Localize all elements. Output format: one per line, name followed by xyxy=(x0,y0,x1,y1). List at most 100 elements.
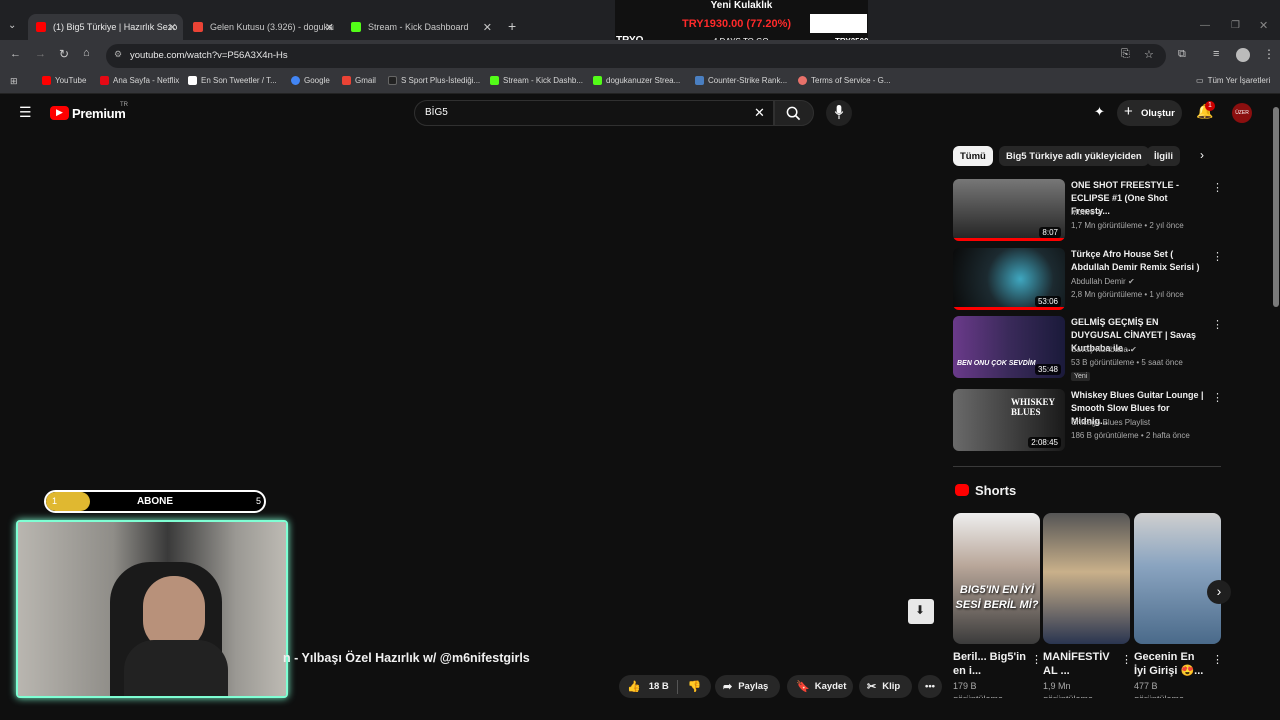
logo-text[interactable]: Premium xyxy=(72,106,126,121)
download-overlay-icon[interactable]: ⬇ xyxy=(908,599,934,624)
like-icon[interactable]: 👍 xyxy=(627,680,641,693)
shorts-logo-icon xyxy=(955,484,969,496)
thumbnail-caption: BEN ONU ÇOK SEVDİM xyxy=(957,360,1036,367)
like-count[interactable]: 18 B xyxy=(649,681,669,692)
install-app-icon[interactable]: ⎘ xyxy=(1121,48,1130,61)
video-thumbnail: WHISKEY BLUES 2:08:45 xyxy=(953,389,1065,451)
short-card[interactable]: BIG5'IN EN İYİ SESİ BERİL Mİ? Beril... B… xyxy=(953,513,1042,698)
tab-kick[interactable]: Stream - Kick Dashboard ✕ xyxy=(343,14,498,40)
streamer-shirt xyxy=(124,640,228,696)
reload-icon[interactable]: ↻ xyxy=(59,47,69,61)
short-title: Gecenin En İyi Girişi 😍... xyxy=(1134,651,1204,677)
chip-from-uploader[interactable]: Big5 Türkiye adlı yükleyiciden xyxy=(999,146,1149,166)
close-tab-icon[interactable]: ✕ xyxy=(168,21,177,34)
guide-menu-icon[interactable]: ☰ xyxy=(19,104,32,121)
more-actions-button[interactable]: ••• xyxy=(918,675,942,698)
bookmark-item[interactable]: Counter-Strike Rank... xyxy=(695,76,787,85)
bookmark-item[interactable]: Terms of Service - G... xyxy=(798,76,891,85)
related-video[interactable]: 8:07 ONE SHOT FREESTYLE - ECLIPSE #1 (On… xyxy=(953,179,1223,241)
more-vertical-icon[interactable]: ⋮ xyxy=(1212,250,1223,263)
site-info-icon[interactable]: ⚙ xyxy=(114,49,122,60)
notification-count-badge: 1 xyxy=(1205,101,1215,111)
kick-icon xyxy=(490,76,499,85)
like-dislike-group: 👍 18 B 👎 xyxy=(619,675,711,698)
bookmark-item[interactable]: dogukanuzer Strea... xyxy=(593,76,680,85)
short-card[interactable]: Gecenin En İyi Girişi 😍... 477 B görüntü… xyxy=(1134,513,1223,698)
watch-progress xyxy=(953,307,1065,310)
more-vertical-icon[interactable]: ⋮ xyxy=(1212,318,1223,331)
video-meta: 1,7 Mn görüntüleme • 2 yıl önce xyxy=(1071,221,1184,230)
clear-search-icon[interactable]: ✕ xyxy=(754,105,765,121)
search-icon xyxy=(786,106,801,121)
folder-icon: ▭ xyxy=(1196,76,1204,85)
profile-avatar[interactable] xyxy=(1236,48,1250,62)
tab-youtube[interactable]: (1) Big5 Türkiye | Hazırlık Sezonu ✕ xyxy=(28,14,183,40)
bookmark-item[interactable]: Ana Sayfa - Netflix xyxy=(100,76,179,85)
bookmark-item[interactable]: YouTube xyxy=(42,76,86,85)
video-title: n - Yılbaşı Özel Hazırlık w/ @m6nifestgi… xyxy=(283,651,530,665)
more-vertical-icon[interactable]: ⋮ xyxy=(1212,391,1223,404)
like-divider xyxy=(676,679,678,694)
search-input[interactable]: BİG5 ✕ xyxy=(414,100,774,126)
address-bar[interactable]: ⚙ youtube.com/watch?v=P56A3X4n-Hs ⎘ ☆ xyxy=(106,44,1166,68)
voice-search-button[interactable] xyxy=(826,100,852,126)
video-thumbnail: 53:06 xyxy=(953,248,1065,310)
close-window-icon[interactable]: ✕ xyxy=(1259,19,1268,32)
chip-all[interactable]: Tümü xyxy=(953,146,993,166)
bookmark-item[interactable]: Stream - Kick Dashb... xyxy=(490,76,583,85)
related-video[interactable]: 53:06 Türkçe Afro House Set ( Abdullah D… xyxy=(953,248,1223,310)
youtube-logo-icon[interactable]: ▶ xyxy=(50,106,69,120)
subscriber-goal-label: ABONE xyxy=(136,496,174,507)
duration-badge: 8:07 xyxy=(1039,227,1061,238)
search-button[interactable] xyxy=(774,100,814,126)
related-video[interactable]: WHISKEY BLUES 2:08:45 Whiskey Blues Guit… xyxy=(953,389,1223,451)
channel-name: Chicago Blues Playlist xyxy=(1071,418,1151,427)
verified-icon: ✔ xyxy=(1130,345,1137,354)
netflix-icon xyxy=(100,76,109,85)
account-avatar[interactable]: ÜZER xyxy=(1232,103,1252,123)
forward-icon[interactable]: → xyxy=(35,48,46,60)
short-views: 1,9 Mn xyxy=(1043,681,1071,691)
scrollbar-thumb[interactable] xyxy=(1273,107,1279,307)
related-video[interactable]: BEN ONU ÇOK SEVDİM 35:48 GELMİŞ GEÇMİŞ E… xyxy=(953,316,1223,381)
more-horizontal-icon: ••• xyxy=(925,681,935,692)
more-vertical-icon[interactable]: ⋮ xyxy=(1031,653,1042,666)
bookmark-star-icon[interactable]: ☆ xyxy=(1144,48,1154,61)
share-button[interactable]: ➦ Paylaş xyxy=(715,675,780,698)
browser-menu-icon[interactable]: ⋮ xyxy=(1263,47,1275,61)
create-button[interactable]: + Oluştur xyxy=(1117,100,1182,126)
more-vertical-icon[interactable]: ⋮ xyxy=(1212,653,1223,666)
bookmark-item[interactable]: En Son Tweetler / T... xyxy=(188,76,277,85)
short-views: 477 B xyxy=(1134,681,1158,691)
browser-toolbar: ← → ↻ ⌂ ⚙ youtube.com/watch?v=P56A3X4n-H… xyxy=(0,40,1280,72)
short-card[interactable]: MANİFESTİV AL ... 1,9 Mn görüntüleme ⋮ xyxy=(1043,513,1132,698)
chips-next-icon[interactable]: › xyxy=(1200,148,1204,162)
new-tab-button[interactable]: + xyxy=(508,18,516,34)
cast-sparkle-icon[interactable]: ✦ xyxy=(1094,104,1105,120)
bookmark-item[interactable]: S Sport Plus-İstediği... xyxy=(388,76,480,85)
duration-badge: 2:08:45 xyxy=(1028,437,1061,448)
bookmark-item[interactable]: Google xyxy=(291,76,330,85)
bookmark-item[interactable]: Gmail xyxy=(342,76,376,85)
save-button[interactable]: 🔖 Kaydet xyxy=(787,675,853,698)
minimize-icon[interactable]: — xyxy=(1200,20,1210,31)
page-scrollbar[interactable] xyxy=(1272,95,1280,720)
apps-grid-icon[interactable]: ⊞ xyxy=(10,76,18,87)
maximize-icon[interactable]: ❐ xyxy=(1231,20,1240,31)
tab-gmail[interactable]: Gelen Kutusu (3.926) - dogukan ✕ xyxy=(185,14,340,40)
close-tab-icon[interactable]: ✕ xyxy=(483,21,492,34)
extensions-icon[interactable]: ⧉ xyxy=(1178,48,1186,61)
media-icon[interactable]: ≡ xyxy=(1213,48,1219,60)
dislike-icon[interactable]: 👎 xyxy=(688,680,702,693)
more-vertical-icon[interactable]: ⋮ xyxy=(1212,181,1223,194)
home-icon[interactable]: ⌂ xyxy=(83,47,90,59)
all-bookmarks-folder[interactable]: ▭ Tüm Yer İşaretleri xyxy=(1196,76,1270,85)
more-vertical-icon[interactable]: ⋮ xyxy=(1121,653,1132,666)
back-icon[interactable]: ← xyxy=(10,48,21,60)
kick-icon xyxy=(593,76,602,85)
chip-related[interactable]: İlgili xyxy=(1147,146,1180,166)
clip-button[interactable]: ✂ Klip xyxy=(859,675,912,698)
shorts-next-button[interactable]: › xyxy=(1207,580,1231,604)
close-tab-icon[interactable]: ✕ xyxy=(325,21,334,34)
tab-search-icon[interactable]: ⌄ xyxy=(8,20,16,31)
